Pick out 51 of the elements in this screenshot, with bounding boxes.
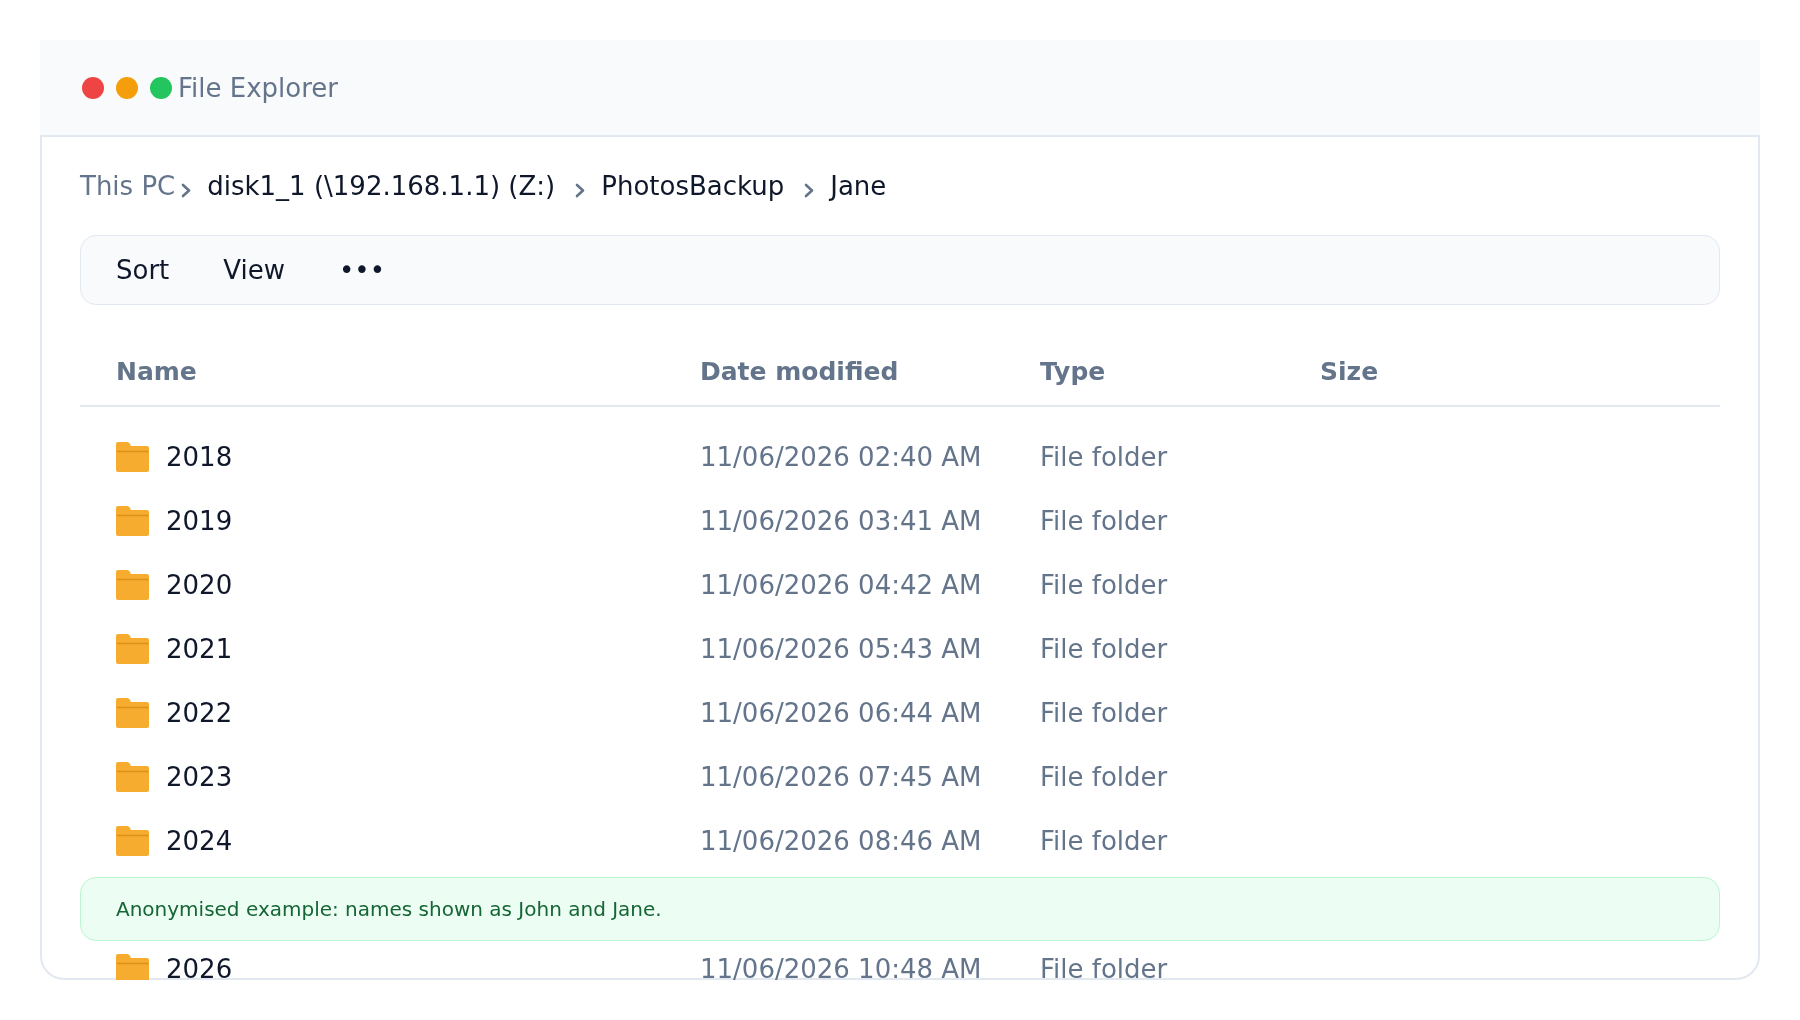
file-type: File folder [1039, 698, 1169, 728]
folder-icon [116, 442, 149, 472]
folder-icon [116, 570, 149, 600]
maximize-button[interactable] [150, 76, 172, 99]
window-title: File Explorer [178, 72, 339, 103]
date-modified: 11/06/2026 03:41 AM [699, 506, 983, 536]
close-button[interactable] [82, 76, 104, 99]
breadcrumb-item[interactable]: PhotosBackup [601, 168, 785, 204]
file-type: File folder [1039, 634, 1169, 664]
file-type: File folder [1039, 506, 1169, 536]
file-name[interactable]: 2026 [166, 954, 233, 980]
folder-icon [116, 826, 149, 856]
file-name[interactable]: 2022 [166, 698, 233, 728]
file-name[interactable]: 2024 [166, 826, 233, 856]
notice-banner: Anonymised example: names shown as John and Jane. [80, 877, 1720, 941]
chevron-right-icon [181, 182, 192, 198]
file-type: File folder [1039, 442, 1169, 472]
chevron-right-icon [804, 182, 815, 198]
date-modified: 11/06/2026 05:43 AM [699, 634, 983, 664]
toolbar-button[interactable]: View [207, 247, 301, 293]
file-type: File folder [1039, 762, 1169, 792]
file-name[interactable]: 2023 [166, 762, 233, 792]
folder-icon [116, 634, 149, 664]
folder-icon [116, 506, 149, 536]
date-modified: 11/06/2026 07:45 AM [699, 762, 983, 792]
column-header[interactable]: Name [80, 357, 664, 387]
toolbar-button[interactable]: Sort [100, 247, 186, 293]
file-name[interactable]: 2021 [166, 634, 233, 664]
breadcrumb-item[interactable]: This PC [80, 168, 176, 204]
file-type: File folder [1039, 954, 1169, 980]
date-modified: 11/06/2026 10:48 AM [699, 954, 983, 980]
breadcrumb-item[interactable]: Jane [830, 168, 887, 204]
folder-icon [116, 762, 149, 792]
date-modified: 11/06/2026 04:42 AM [699, 570, 983, 600]
file-type: File folder [1039, 826, 1169, 856]
chevron-right-icon [575, 182, 586, 198]
folder-icon [116, 954, 149, 980]
column-header[interactable]: Size [1284, 357, 1720, 387]
file-name[interactable]: 2018 [166, 442, 233, 472]
date-modified: 11/06/2026 06:44 AM [699, 698, 983, 728]
date-modified: 11/06/2026 08:46 AM [699, 826, 983, 856]
column-header[interactable]: Date modified [664, 357, 1004, 387]
column-header[interactable]: Type [1004, 357, 1284, 387]
folder-icon [116, 698, 149, 728]
breadcrumb-item[interactable]: disk1_1 (\192.168.1.1) (Z:) [207, 168, 556, 204]
toolbar-button[interactable]: ••• [323, 247, 401, 293]
file-name[interactable]: 2020 [166, 570, 233, 600]
minimize-button[interactable] [116, 76, 138, 99]
file-type: File folder [1039, 570, 1169, 600]
date-modified: 11/06/2026 02:40 AM [699, 442, 983, 472]
file-name[interactable]: 2019 [166, 506, 233, 536]
